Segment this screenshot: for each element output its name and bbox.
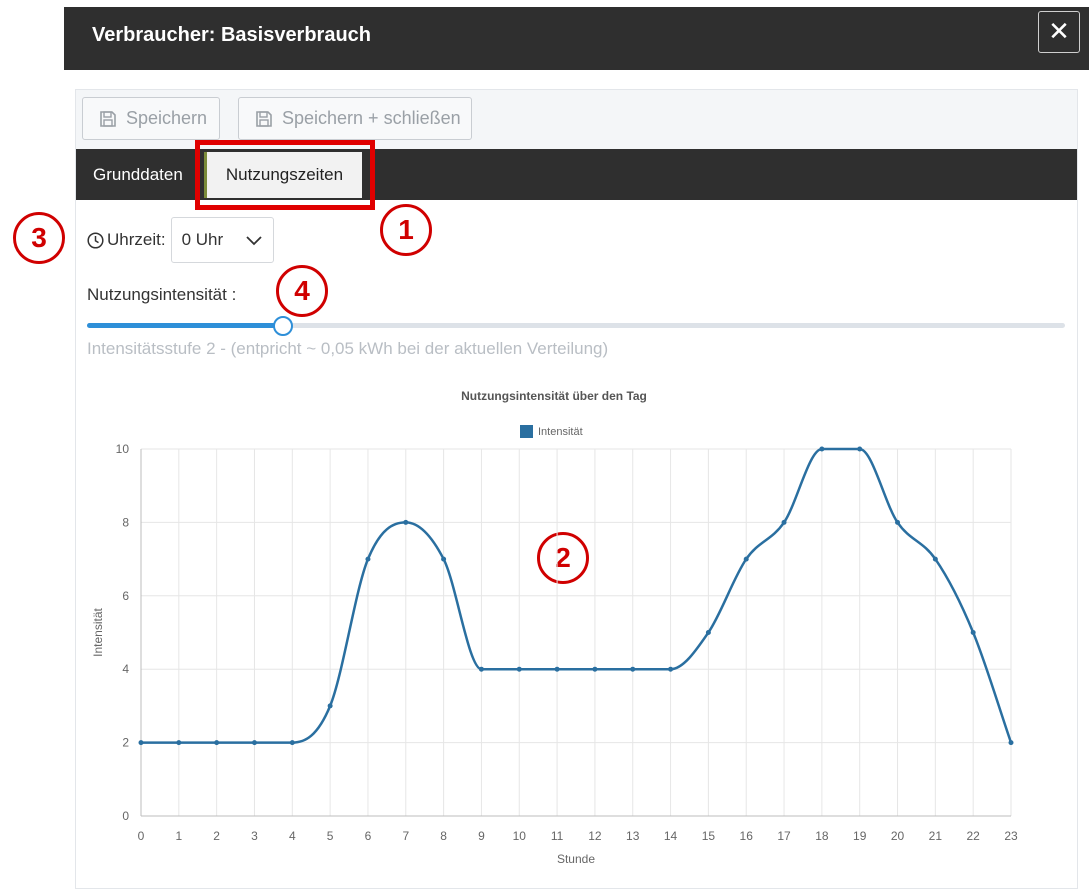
chevron-down-icon [245,236,262,246]
data-point [516,666,522,672]
data-point [138,740,144,746]
x-tick-label: 14 [664,829,678,843]
intensity-chart: 0 1 2 3 4 5 6 7 8 9 10 11 12 13 14 15 16 17 18 19 20 21 22 2302… [91,389,1018,866]
slider-fill [87,323,283,328]
highlight-box [195,140,375,210]
x-tick-label: 6 [365,829,372,843]
close-icon: ✕ [1048,16,1070,46]
data-point [819,446,825,452]
data-point [403,519,409,525]
x-tick-label: 13 [626,829,640,843]
x-tick-label: 23 [1004,829,1018,843]
x-tick-label: 1 [175,829,182,843]
data-point [895,519,901,525]
close-button[interactable]: ✕ [1038,11,1080,53]
tab-grunddaten[interactable]: Grunddaten [93,149,183,200]
legend-swatch [520,425,533,438]
save-icon [256,110,272,127]
data-point [478,666,484,672]
data-point [630,666,636,672]
intensity-label: Nutzungsintensität : [87,285,237,304]
data-point [441,556,447,562]
save-icon [100,110,116,127]
x-tick-label: 9 [478,829,485,843]
callout-3: 3 [13,212,65,264]
x-tick-label: 8 [440,829,447,843]
x-tick-label: 7 [402,829,409,843]
dialog-header: Verbraucher: Basisverbrauch ✕ [64,7,1089,70]
x-tick-label: 4 [289,829,296,843]
legend-label: Intensität [538,426,583,438]
data-point [327,703,333,709]
x-tick-label: 2 [213,829,220,843]
y-axis-label: Intensität [91,607,105,656]
dialog-title: Verbraucher: Basisverbrauch [92,24,372,46]
data-point [970,630,976,635]
data-point [781,519,787,525]
x-tick-label: 17 [777,829,791,843]
x-tick-label: 16 [740,829,754,843]
chart-title: Nutzungsintensität über den Tag [461,389,647,403]
data-point [251,740,257,746]
x-tick-label: 19 [853,829,867,843]
x-tick-label: 12 [588,829,602,843]
x-tick-label: 5 [327,829,334,843]
y-tick-label: 4 [122,662,129,676]
data-point [743,556,749,562]
time-label: Uhrzeit: [107,230,166,249]
x-tick-label: 22 [966,829,980,843]
x-tick-label: 11 [551,829,564,843]
save-label: Speichern [126,108,208,128]
save-close-button[interactable]: Speichern + schließen [238,97,472,140]
clock-icon [87,231,104,249]
save-button[interactable]: Speichern [82,97,220,140]
data-point [705,630,711,635]
data-point [1008,740,1014,746]
x-tick-label: 15 [702,829,716,843]
data-point [554,666,560,672]
data-point [365,556,371,562]
y-tick-label: 0 [122,809,129,823]
data-point [592,666,598,672]
y-tick-label: 8 [122,515,129,529]
intensity-slider[interactable] [87,316,1065,336]
callout-1: 1 [380,204,432,256]
slider-thumb[interactable] [272,316,293,336]
x-tick-label: 0 [138,829,145,843]
save-close-label: Speichern + schließen [282,108,461,128]
y-tick-label: 2 [122,736,129,750]
data-point [289,740,295,746]
x-tick-label: 3 [251,829,258,843]
x-tick-label: 20 [891,829,905,843]
time-select-value: 0 Uhr [181,230,224,249]
intensity-hint: Intensitätsstufe 2 - (entpricht ~ 0,05 k… [87,339,609,358]
data-point [857,446,863,452]
data-point [668,666,674,672]
data-point [214,740,220,746]
time-row: Uhrzeit: 0 Uhr [87,217,274,263]
time-select[interactable]: 0 Uhr [170,217,274,263]
x-tick-label: 21 [929,829,943,843]
data-point [176,740,182,746]
callout-4: 4 [276,265,328,317]
x-tick-label: 10 [513,829,527,843]
y-tick-label: 10 [116,442,130,456]
data-point [932,556,938,562]
x-axis-label: Stunde [557,852,595,866]
x-tick-label: 18 [815,829,829,843]
y-tick-label: 6 [122,589,129,603]
